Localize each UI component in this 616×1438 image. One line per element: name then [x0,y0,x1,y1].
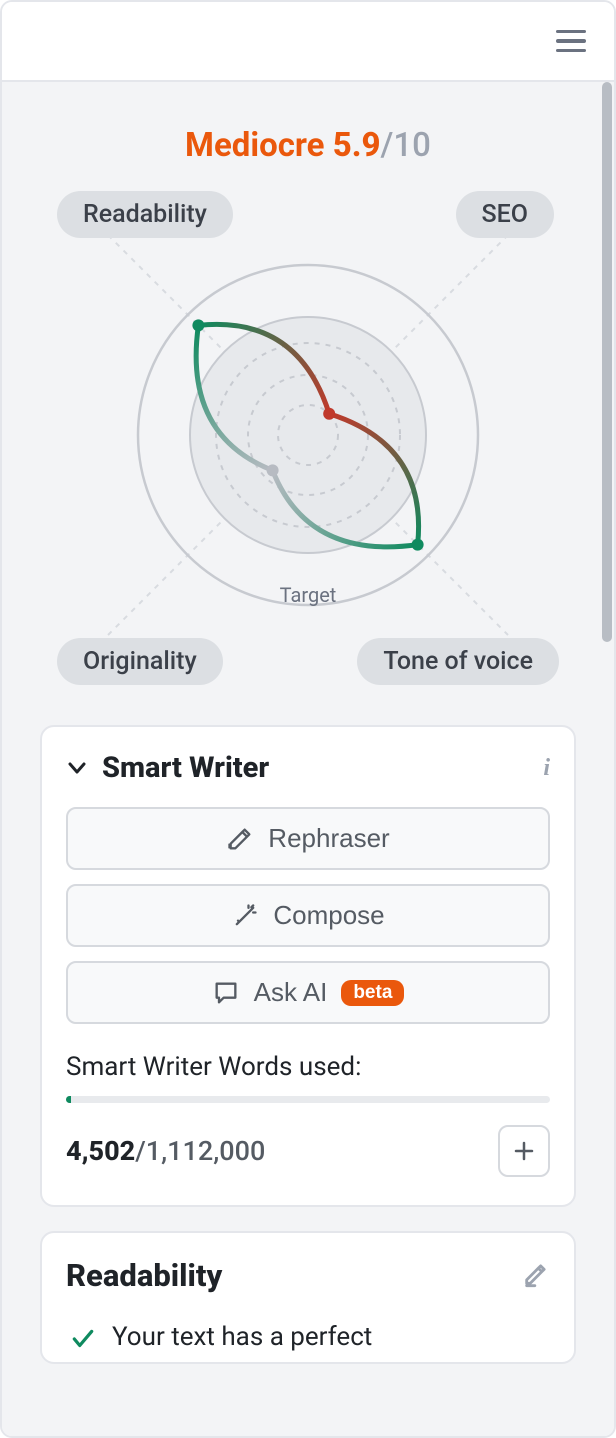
beta-badge: beta [341,980,404,1006]
usage-label: Smart Writer Words used: [66,1052,550,1082]
smart-writer-title: Smart Writer [102,751,529,785]
menu-icon[interactable] [556,30,586,53]
usage-progress-fill [66,1096,71,1103]
score-value: 5.9 [333,126,381,165]
radar-chart: Target Readability SEO Originality Tone … [2,175,614,695]
readability-title: Readability [66,1257,522,1294]
rephraser-button[interactable]: Rephraser [66,807,550,870]
radar-target-label: Target [280,583,337,607]
topbar [2,2,614,82]
plus-icon [513,1140,535,1162]
rephraser-label: Rephraser [268,823,389,854]
axis-pill-originality[interactable]: Originality [57,638,223,685]
ask-ai-button[interactable]: Ask AI beta [66,961,550,1024]
compose-label: Compose [273,900,384,931]
ask-ai-label: Ask AI [254,977,328,1008]
add-words-button[interactable] [498,1125,550,1177]
score-label: Mediocre [185,126,324,165]
axis-pill-seo[interactable]: SEO [456,191,554,238]
check-icon [70,1326,96,1352]
score-max: /10 [381,126,431,165]
readability-check-text: Your text has a perfect [112,1322,372,1352]
axis-pill-readability[interactable]: Readability [57,191,233,238]
usage-sep: / [135,1135,146,1167]
smart-writer-card: Smart Writer i Rephraser Compose Ask AI … [40,725,576,1207]
usage-progress [66,1096,550,1103]
score-summary: Mediocre 5.9/10 [2,82,614,175]
axis-pill-tone[interactable]: Tone of voice [357,638,559,685]
edit-icon [226,825,254,853]
scroll-region[interactable]: Mediocre 5.9/10 [2,82,614,1436]
wand-icon [231,902,259,930]
pencil-icon[interactable] [522,1260,550,1292]
usage-total: 1,112,000 [146,1135,266,1167]
chevron-down-icon[interactable] [66,757,88,779]
compose-button[interactable]: Compose [66,884,550,947]
info-icon[interactable]: i [543,755,550,782]
readability-card: Readability Your text has a perfect [40,1231,576,1364]
readability-check-row: Your text has a perfect [66,1322,550,1352]
usage-used: 4,502 [66,1135,135,1167]
usage-numbers: 4,502/1,112,000 [66,1135,265,1167]
chat-icon [212,979,240,1007]
